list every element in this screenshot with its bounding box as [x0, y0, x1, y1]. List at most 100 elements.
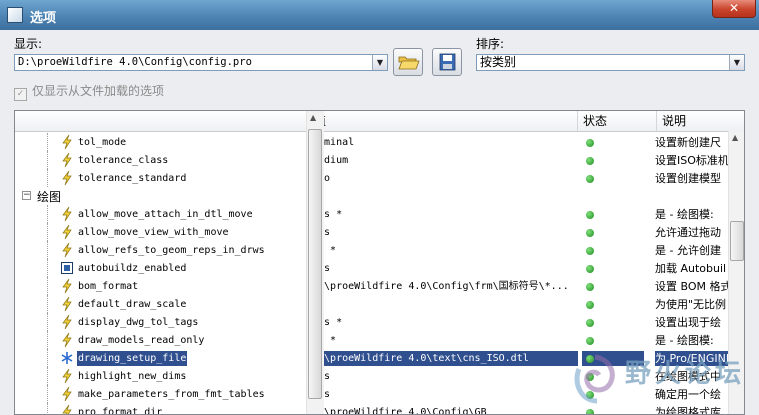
display-combo[interactable]: D:\proeWildfire 4.0\Config\config.pro ▼	[14, 54, 388, 71]
option-name[interactable]: drawing_setup_file	[77, 351, 188, 366]
scroll-up-icon[interactable]: ▲	[732, 133, 738, 142]
collapse-toggle-icon[interactable]: −	[22, 191, 31, 200]
option-name[interactable]: pro_format_dir	[77, 405, 163, 414]
tree-group-row[interactable]: − 绘图	[15, 187, 728, 205]
option-value[interactable]: yes	[311, 225, 578, 240]
status-cell	[582, 387, 644, 402]
status-ok-icon	[586, 175, 594, 183]
option-value[interactable]: no *	[311, 243, 578, 258]
status-ok-icon	[586, 247, 594, 255]
scroll-up-icon[interactable]: ▲	[310, 113, 316, 122]
option-description: 是 - 绘图模:	[655, 208, 714, 221]
option-description: 在绘图模式中	[655, 370, 721, 383]
tree-guide-line	[47, 259, 48, 277]
option-name[interactable]: default_draw_scale	[77, 297, 187, 312]
status-cell	[582, 225, 644, 240]
table-scrollbar[interactable]: ▲	[728, 131, 744, 414]
status-cell	[582, 369, 644, 384]
lightning-icon	[60, 206, 74, 222]
table-row[interactable]: highlight_new_dims yes 在绘图模式中	[15, 367, 728, 385]
table-row[interactable]: drawing_setup_file d:\proeWildfire 4.0\te…	[15, 349, 728, 367]
table-row[interactable]: allow_move_view_with_move yes 允许通过拖动	[15, 223, 728, 241]
only-loaded-checkbox[interactable]: ✓	[14, 88, 27, 101]
save-file-button[interactable]	[432, 48, 462, 76]
option-value[interactable]: iso	[311, 171, 578, 186]
tree-guide-line	[47, 331, 48, 349]
status-ok-icon	[586, 319, 594, 327]
option-value[interactable]: D:\proeWildfire 4.0\Config\GB	[311, 405, 578, 414]
option-value[interactable]: d:\proeWildfire 4.0\text\cns_ISO.dtl	[311, 351, 578, 366]
status-cell	[582, 207, 644, 222]
app-icon	[7, 7, 23, 23]
table-row[interactable]: pro_format_dir D:\proeWildfire 4.0\Config…	[15, 403, 728, 414]
tree-guide-line	[47, 295, 48, 313]
lightning-icon	[60, 134, 74, 150]
option-value[interactable]: 1	[311, 297, 578, 312]
save-icon	[439, 53, 456, 71]
group-label: 绘图	[37, 190, 62, 204]
chevron-down-icon[interactable]: ▼	[372, 55, 387, 70]
only-loaded-option[interactable]: ✓ 仅显示从文件加载的选项	[14, 82, 164, 101]
lightning-icon	[60, 296, 74, 312]
option-description: 允许通过拖动	[655, 226, 721, 239]
option-value[interactable]: yes	[311, 387, 578, 402]
window-title: 选项	[30, 11, 57, 26]
tree-scrollbar[interactable]: ▲	[306, 111, 324, 414]
option-description: 为 Pro/ENGINE	[655, 351, 728, 366]
option-value[interactable]: no *	[311, 333, 578, 348]
option-value[interactable]: D:\proeWildfire 4.0\Config\frm\国标符号\*...	[311, 279, 578, 294]
option-name[interactable]: draw_models_read_only	[77, 333, 205, 348]
status-ok-icon	[586, 301, 594, 309]
option-value[interactable]: medium	[311, 153, 578, 168]
status-ok-icon	[586, 337, 594, 345]
option-name[interactable]: tol_mode	[77, 135, 127, 150]
open-file-button[interactable]	[393, 48, 423, 76]
column-header-name[interactable]	[15, 111, 306, 131]
lightning-icon	[60, 404, 74, 414]
close-button[interactable]: ✕	[712, 0, 756, 18]
status-cell	[582, 315, 644, 330]
option-name[interactable]: make_parameters_from_fmt_tables	[77, 387, 266, 402]
column-header-status[interactable]: 状态	[577, 111, 656, 131]
table-row[interactable]: draw_models_read_only no * 是 - 绘图模:	[15, 331, 728, 349]
option-description: 设置出现于绘	[655, 316, 721, 329]
option-value[interactable]: yes *	[311, 207, 578, 222]
option-name[interactable]: display_dwg_tol_tags	[77, 315, 199, 330]
lightning-icon	[60, 242, 74, 258]
option-name[interactable]: tolerance_class	[77, 153, 169, 168]
table-row[interactable]: make_parameters_from_fmt_tables yes 确定用一个绘	[15, 385, 728, 403]
option-name[interactable]: bom_format	[77, 279, 139, 294]
column-header-value[interactable]: 值	[308, 111, 577, 131]
option-name[interactable]: highlight_new_dims	[77, 369, 187, 384]
table-scroll-thumb[interactable]	[730, 221, 744, 261]
lightning-icon	[60, 368, 74, 384]
lightning-icon	[60, 224, 74, 240]
option-name[interactable]: autobuildz_enabled	[77, 261, 187, 276]
option-value[interactable]: yes	[311, 261, 578, 276]
table-row[interactable]: default_draw_scale 1 为使用"无比例	[15, 295, 728, 313]
sort-label: 排序:	[476, 37, 505, 51]
option-value[interactable]: yes *	[311, 315, 578, 330]
option-value[interactable]: nominal	[311, 135, 578, 150]
table-row[interactable]: display_dwg_tol_tags yes * 设置出现于绘	[15, 313, 728, 331]
table-row[interactable]: tolerance_class medium 设置ISO标准机	[15, 151, 728, 169]
lightning-icon	[60, 386, 74, 402]
option-value[interactable]: yes	[311, 369, 578, 384]
option-name[interactable]: allow_refs_to_geom_reps_in_drws	[77, 243, 266, 258]
table-row[interactable]: autobuildz_enabled yes 加载 Autobuil	[15, 259, 728, 277]
tree-scroll-thumb[interactable]	[308, 129, 322, 399]
display-path-value: D:\proeWildfire 4.0\Config\config.pro	[18, 56, 252, 68]
option-name[interactable]: allow_move_view_with_move	[77, 225, 230, 240]
sort-combo[interactable]: 按类别 ▼	[476, 54, 745, 71]
status-ok-icon	[586, 409, 594, 414]
column-header-description[interactable]: 说明	[656, 111, 728, 131]
option-name[interactable]: tolerance_standard	[77, 171, 187, 186]
table-row[interactable]: allow_refs_to_geom_reps_in_drws no * 是 - 允…	[15, 241, 728, 259]
table-row[interactable]: tol_mode nominal 设置新创建尺	[15, 133, 728, 151]
table-row[interactable]: tolerance_standard iso 设置创建模型	[15, 169, 728, 187]
chevron-down-icon[interactable]: ▼	[729, 55, 744, 70]
table-row[interactable]: allow_move_attach_in_dtl_move yes * 是 - 绘图…	[15, 205, 728, 223]
option-name[interactable]: allow_move_attach_in_dtl_move	[77, 207, 254, 222]
table-row[interactable]: bom_format D:\proeWildfire 4.0\Config\frm…	[15, 277, 728, 295]
status-cell	[582, 405, 644, 414]
